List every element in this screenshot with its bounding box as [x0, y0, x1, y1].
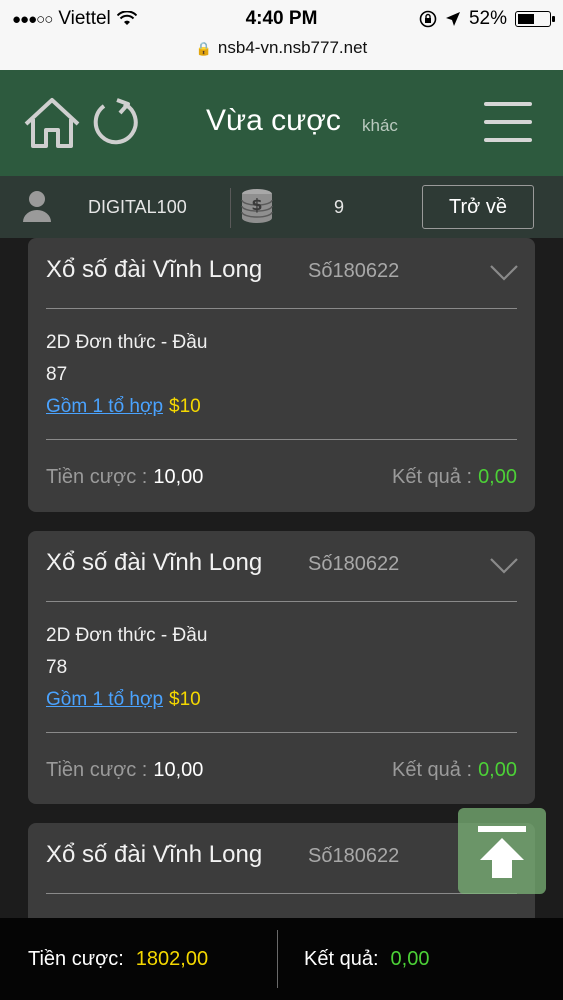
stake-row: Tiền cược :10,00 [46, 466, 204, 488]
total-stake-label: Tiền cược: [28, 948, 124, 970]
combo-link[interactable]: Gồm 1 tổ hợp [46, 396, 163, 417]
result-row: Kết quả :0,00 [391, 759, 517, 781]
back-button[interactable]: Trở về [422, 185, 534, 229]
combo-row: Gồm 1 tổ hợp $10 [46, 689, 201, 711]
svg-text:$: $ [251, 195, 262, 214]
battery-icon [515, 11, 555, 27]
url-text: nsb4-vn.nsb777.net [217, 38, 368, 57]
bet-card-code: Số180622 [308, 553, 400, 575]
coin-stack-icon: $ [241, 189, 273, 223]
battery-percent: 52% [468, 8, 507, 29]
menu-bar [484, 102, 532, 106]
total-stake: Tiền cược: 1802,00 [28, 948, 208, 971]
combo-row: Gồm 1 tổ hợp $10 [46, 396, 201, 418]
menu-bar [484, 138, 532, 142]
combo-amount: $10 [169, 396, 201, 417]
menu-icon[interactable] [484, 102, 532, 142]
bet-number: 87 [46, 364, 68, 385]
chevron-down-icon[interactable] [489, 557, 519, 575]
bet-card[interactable]: Xổ số đài Vĩnh Long Số180622 2D Đơn thức… [28, 238, 535, 512]
chevron-down-icon[interactable] [489, 264, 519, 282]
stake-value: 10,00 [153, 759, 204, 781]
bet-number: 78 [46, 657, 68, 678]
stake-value: 10,00 [153, 466, 204, 488]
user-bar: DIGITAL100 $ 9 Trở về [0, 176, 563, 238]
home-icon[interactable] [22, 94, 82, 152]
divider [277, 930, 278, 988]
bet-card[interactable]: Xổ số đài Vĩnh Long Số180622 2D Đơn thức… [28, 531, 535, 804]
bet-card-title: Xổ số đài Vĩnh Long [46, 549, 263, 576]
rotation-lock-icon [419, 10, 437, 28]
address-bar[interactable]: 🔒 nsb4-vn.nsb777.net [0, 38, 563, 58]
total-result: Kết quả: 0,00 [304, 948, 429, 971]
combo-amount: $10 [169, 689, 201, 710]
bet-card-code: Số180622 [308, 845, 400, 867]
page-subtitle: khác [362, 116, 398, 135]
bet-type: 2D Đơn thức - Đầu [46, 625, 208, 646]
app-header: Vừa cược khác [0, 70, 563, 176]
combo-link[interactable]: Gồm 1 tổ hợp [46, 689, 163, 710]
result-row: Kết quả :0,00 [391, 466, 517, 488]
summary-footer: Tiền cược: 1802,00 Kết quả: 0,00 [0, 918, 563, 1000]
stake-label: Tiền cược [46, 759, 137, 781]
divider [46, 893, 517, 894]
total-result-label: Kết quả: [304, 948, 379, 970]
page-title: Vừa cược [206, 104, 341, 137]
balance-value: 9 [334, 197, 345, 217]
refresh-icon[interactable] [90, 96, 142, 148]
result-label: Kết quả [391, 466, 461, 488]
divider [46, 439, 517, 440]
battery-level [518, 14, 535, 24]
location-arrow-icon [445, 12, 460, 26]
bet-card-code: Số180622 [308, 260, 400, 282]
status-right: 52% [419, 8, 555, 30]
divider [46, 308, 517, 309]
result-value: 0,00 [478, 759, 517, 781]
lock-icon: 🔒 [195, 41, 212, 56]
stake-row: Tiền cược :10,00 [46, 759, 204, 781]
total-result-value: 0,00 [390, 948, 430, 970]
divider [46, 732, 517, 733]
scroll-to-top-button[interactable] [458, 808, 546, 894]
total-stake-value: 1802,00 [135, 948, 209, 970]
status-row: ●●●○○ Viettel 4:40 PM 52% [0, 6, 563, 32]
ios-status-bar: ●●●○○ Viettel 4:40 PM 52% 🔒 nsb4-vn.nsb7… [0, 0, 563, 70]
stake-label: Tiền cược [46, 466, 137, 488]
divider [230, 188, 231, 228]
bet-card-title: Xổ số đài Vĩnh Long [46, 256, 263, 283]
username: DIGITAL100 [88, 197, 187, 217]
bet-card-title: Xổ số đài Vĩnh Long [46, 841, 263, 868]
bet-type: 2D Đơn thức - Đầu [46, 332, 208, 353]
divider [46, 601, 517, 602]
result-value: 0,00 [478, 466, 517, 488]
arrow-up-icon [478, 826, 526, 878]
user-icon [23, 191, 51, 222]
menu-bar [484, 120, 532, 124]
result-label: Kết quả [391, 759, 461, 781]
